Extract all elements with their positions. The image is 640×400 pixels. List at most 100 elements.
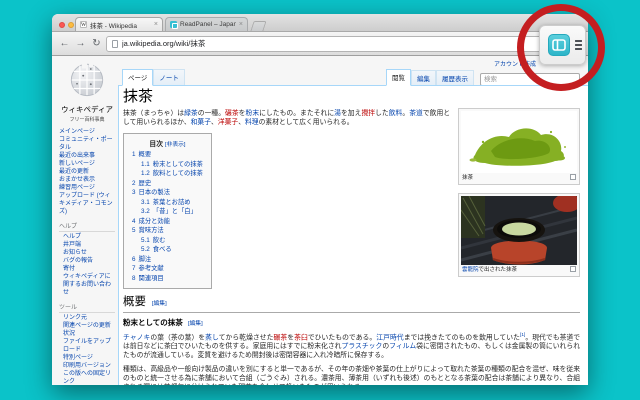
inline-link[interactable]: 碾茶: [225, 110, 239, 117]
sidebar-nav-link[interactable]: おまかせ表示: [59, 176, 115, 184]
forward-icon[interactable]: →: [74, 37, 87, 51]
sidebar-nav-link[interactable]: ウィキペディアに関するお問い合わせ: [63, 273, 115, 297]
inline-link[interactable]: 茶臼: [294, 334, 308, 341]
inline-link[interactable]: 湯: [334, 110, 341, 117]
tab-close-icon[interactable]: ×: [239, 21, 243, 28]
logo-wordmark: ウィキペディア: [61, 105, 113, 114]
tab-edit[interactable]: 編集: [411, 70, 436, 86]
inline-link[interactable]: 洋菓子: [218, 119, 238, 126]
text-segment: 種類は、高級品や一般向け製品の違いを別にすると単一であるが、その年の茶畑や茶葉の…: [123, 366, 580, 385]
sidebar-nav-link[interactable]: 新しいページ: [59, 160, 115, 168]
text-segment: 抹茶: [462, 175, 474, 181]
text-segment: の素材として広く用いられる。: [258, 119, 354, 126]
inline-link[interactable]: 飲料: [389, 110, 403, 117]
tab-history[interactable]: 履歴表示: [436, 70, 474, 86]
toc-item[interactable]: 5.1 飲む: [132, 236, 203, 246]
toc-item[interactable]: 1 概要: [132, 150, 203, 160]
sidebar-nav-link[interactable]: ファイルをアップロード: [63, 338, 115, 354]
wikipedia-page-header: アカウント作成 ページ ノート 閲覧 編集 履歴表示: [118, 56, 588, 86]
sidebar-nav-link[interactable]: ヘルプ: [63, 233, 115, 241]
toc-item[interactable]: 1.1 粉末としての抹茶: [132, 160, 203, 170]
sidebar-nav-link[interactable]: 印刷用バージョン: [63, 362, 115, 370]
toc-item[interactable]: 5 賞味方法: [132, 226, 203, 236]
sidebar-nav-link[interactable]: メインページ: [59, 128, 115, 136]
text-segment: 、: [211, 119, 218, 126]
sidebar-nav-link[interactable]: 関連ページの更新状況: [63, 322, 115, 338]
expand-icon[interactable]: [570, 174, 576, 180]
address-bar[interactable]: ja.wikipedia.org/wiki/抹茶: [106, 35, 582, 52]
browser-tab-readpanel[interactable]: ReadPanel – Japanese lear… ×: [165, 17, 248, 31]
wikipedia-logo[interactable]: ウィキペディア フリー百科事典: [59, 60, 115, 123]
toc-item[interactable]: 1.2 飲料としての抹茶: [132, 169, 203, 179]
inline-link[interactable]: プラスチック: [342, 343, 383, 350]
annotation-circle: [517, 4, 605, 91]
figure-matcha-bowl[interactable]: 雲龍院で出された抹茶: [458, 193, 580, 277]
toc-item[interactable]: 3.2 「昔」と「白」: [132, 207, 203, 217]
browser-tab-wikipedia[interactable]: W 抹茶 - Wikipedia ×: [75, 17, 163, 31]
text-segment: で出された抹茶: [478, 267, 518, 273]
tab-title: 抹茶 - Wikipedia: [90, 22, 137, 30]
tab-talk[interactable]: ノート: [153, 69, 185, 86]
sidebar-nav-link[interactable]: 特別ページ: [63, 354, 115, 362]
toc-item[interactable]: 3 日本の製法: [132, 188, 203, 198]
inline-link[interactable]: 茶道: [409, 110, 423, 117]
expand-icon[interactable]: [570, 266, 576, 272]
toc-item[interactable]: 2 歴史: [132, 179, 203, 189]
sidebar-nav-link[interactable]: バグの報告: [63, 257, 115, 265]
edit-link[interactable]: [編集]: [188, 321, 203, 327]
sidebar-nav-link[interactable]: 練習用ページ: [59, 184, 115, 192]
edit-link[interactable]: [編集]: [152, 301, 167, 307]
sidebar-nav-link[interactable]: お知らせ: [63, 249, 115, 257]
toc-item[interactable]: 3.1 茶葉とお詰め: [132, 198, 203, 208]
sidebar-nav-link[interactable]: アップロード (ウィキメディア・コモンズ): [59, 192, 115, 216]
inline-link[interactable]: 料理: [245, 119, 259, 126]
tab-read[interactable]: 閲覧: [386, 69, 411, 86]
inline-link[interactable]: 碾茶: [274, 334, 288, 341]
wikipedia-sidebar: ウィキペディア フリー百科事典 メインページ コミュニティ・ポータル 最近の出来事新…: [52, 56, 118, 385]
figure-caption: 雲龍院で出された抹茶: [462, 267, 517, 274]
toc-item[interactable]: 4 成分と効能: [132, 217, 203, 227]
matcha-powder-image: [461, 111, 577, 173]
figure-caption: 抹茶: [462, 175, 473, 182]
sidebar-group-navigation: メインページ コミュニティ・ポータル 最近の出来事 新しいページ 最近の更新 おまかせ表示…: [59, 128, 115, 216]
inline-link[interactable]: チャノキ: [123, 334, 150, 341]
text-segment: でひいたものである。: [307, 334, 377, 342]
minimize-window-button[interactable]: [68, 22, 74, 28]
tab-close-icon[interactable]: ×: [154, 21, 158, 28]
wikipedia-globe-icon: [70, 62, 104, 97]
sidebar-nav-link[interactable]: この版への固定リンク: [63, 370, 115, 385]
tab-page[interactable]: ページ: [122, 69, 154, 86]
toc-item[interactable]: 6 脚注: [132, 255, 203, 265]
sidebar-nav-link[interactable]: リンク元: [63, 314, 115, 322]
toc-title: 目次: [149, 141, 164, 148]
inline-link[interactable]: 江戸時代: [376, 334, 403, 341]
sidebar-nav-link[interactable]: 最近の出来事: [59, 152, 115, 160]
matcha-bowl-image: [461, 196, 577, 265]
text-segment: を: [238, 110, 246, 117]
toc-item[interactable]: 8 関連項目: [132, 274, 203, 284]
toc-item[interactable]: 7 参考文献: [132, 264, 203, 274]
new-tab-button[interactable]: [250, 21, 267, 31]
inline-link[interactable]: 雲龍院: [462, 267, 479, 273]
browser-toolbar: ← → ↻ ja.wikipedia.org/wiki/抹茶: [52, 32, 588, 56]
tab-title: ReadPanel – Japanese lear…: [180, 21, 236, 28]
inline-link[interactable]: 緑茶: [184, 110, 198, 117]
inline-link[interactable]: 和菓子: [191, 119, 211, 126]
inline-link[interactable]: 蒸し: [205, 334, 219, 341]
inline-link[interactable]: 攪拌: [361, 110, 375, 117]
close-window-button[interactable]: [59, 22, 65, 28]
toc-item[interactable]: 5.2 食べる: [132, 245, 203, 255]
text-segment: 、: [238, 119, 246, 126]
sidebar-nav-link[interactable]: コミュニティ・ポータル: [59, 136, 115, 152]
inline-link[interactable]: フィルム: [389, 343, 416, 350]
sidebar-nav-link[interactable]: 最近の更新: [59, 168, 115, 176]
toc-hide-link[interactable]: [非表示]: [165, 142, 186, 148]
reload-icon[interactable]: ↻: [90, 37, 103, 51]
inline-link[interactable]: 粉末: [246, 110, 260, 117]
text-segment: てから乾燥させた: [218, 334, 274, 342]
back-icon[interactable]: ←: [58, 37, 71, 51]
sidebar-nav-link[interactable]: 寄付: [63, 265, 115, 273]
sidebar-group-help: ヘルプ ヘルプ 井戸端 お知らせ バグの報告 寄付 ウィキペディアに関するお問い合わせ: [59, 221, 115, 297]
figure-matcha-powder[interactable]: 抹茶: [458, 108, 580, 185]
sidebar-nav-link[interactable]: 井戸端: [63, 241, 115, 249]
